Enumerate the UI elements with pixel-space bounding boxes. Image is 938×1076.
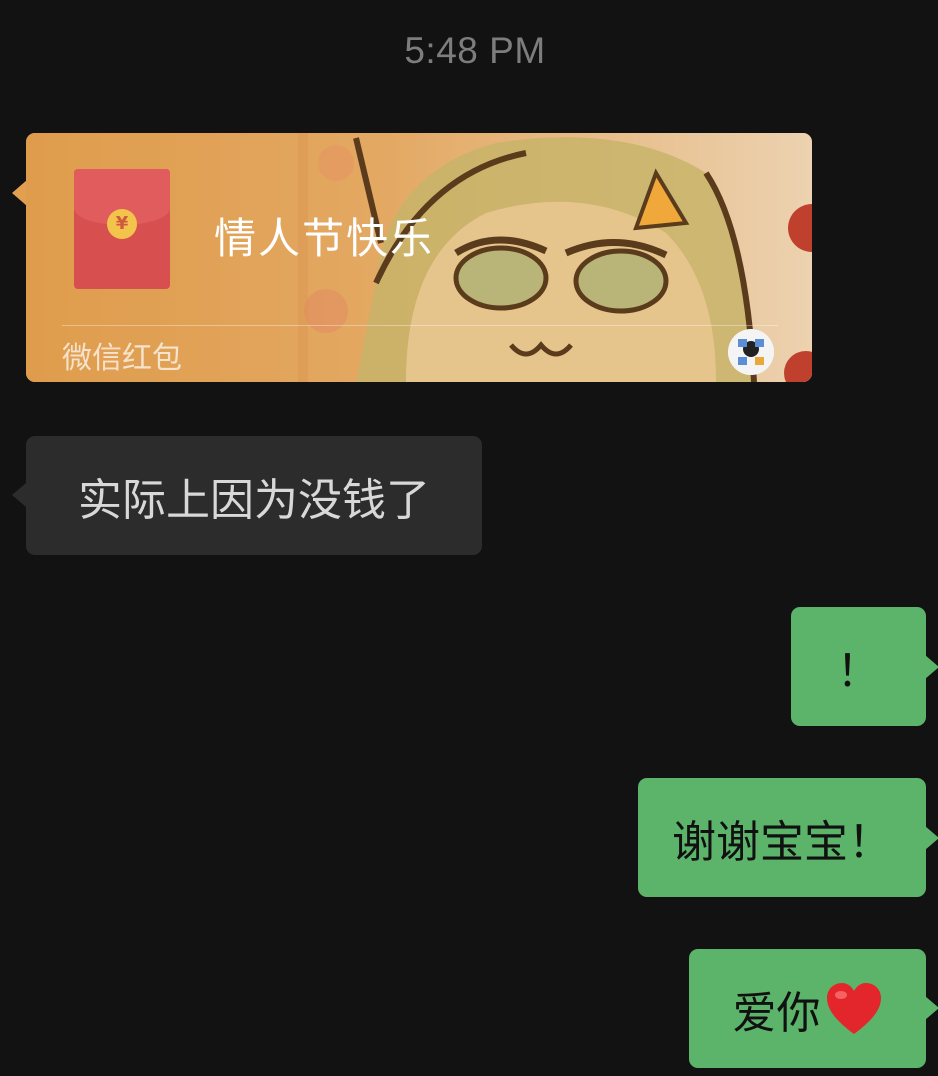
outgoing-message-bubble[interactable]: ！: [791, 607, 926, 726]
incoming-bubble-tail: [12, 483, 26, 507]
message-text: 实际上因为没钱了: [78, 474, 430, 526]
yuan-coin-icon: ¥: [107, 209, 137, 239]
red-envelope-icon: ¥: [74, 169, 170, 289]
red-packet-message[interactable]: ¥ 情人节快乐 微信红包: [26, 133, 812, 382]
red-packet-label: 微信红包: [62, 341, 182, 376]
message-timestamp: 5:48 PM: [404, 30, 546, 71]
cover-brand-avatar: [728, 329, 774, 375]
message-text: 谢谢宝宝！: [672, 816, 892, 868]
red-packet-title: 情人节快乐: [214, 214, 435, 263]
outgoing-bubble-tail: [925, 826, 938, 850]
chat-screen: 5:48 PM ¥ 情人节快乐 微信红包 实际上因为没钱了 ！ 谢谢宝宝！ 爱你: [0, 0, 938, 1076]
red-packet-bubble-tail: [12, 180, 27, 206]
message-text: 爱你: [732, 987, 821, 1039]
outgoing-message-bubble[interactable]: 谢谢宝宝！: [638, 778, 926, 897]
outgoing-bubble-tail: [925, 996, 938, 1020]
outgoing-bubble-tail: [925, 655, 938, 679]
outgoing-message-bubble[interactable]: 爱你: [689, 949, 926, 1068]
red-heart-icon: [826, 982, 881, 1034]
message-text: ！: [836, 645, 881, 697]
incoming-message-bubble[interactable]: 实际上因为没钱了: [26, 436, 482, 555]
red-packet-divider: [62, 325, 778, 326]
